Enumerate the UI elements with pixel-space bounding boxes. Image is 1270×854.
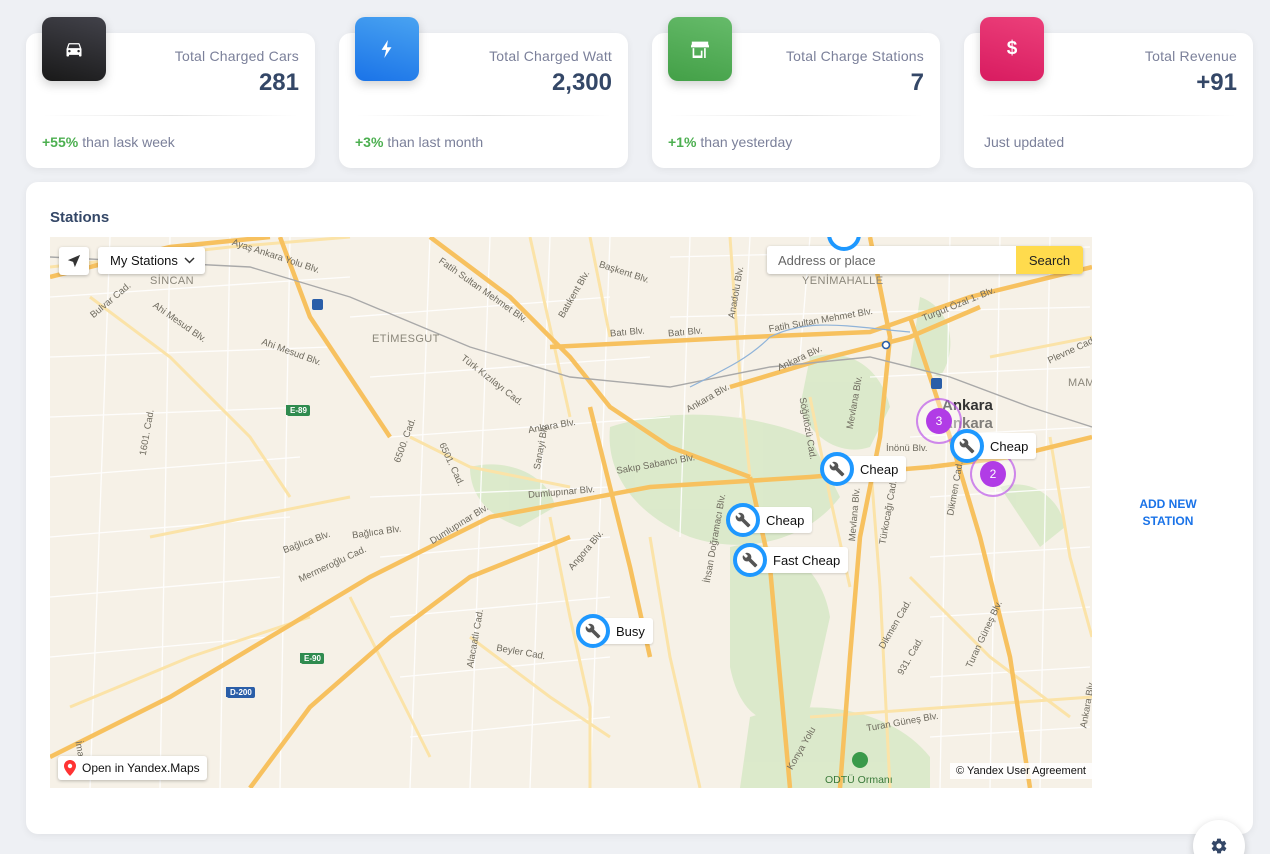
bolt-icon	[355, 17, 419, 81]
card-footer: +55% than lask week	[42, 134, 175, 150]
wrench-icon	[576, 614, 610, 648]
dropdown-label: My Stations	[110, 253, 178, 268]
station-label: Cheap	[976, 433, 1037, 459]
car-icon	[42, 17, 106, 81]
station-label: Cheap	[752, 507, 813, 533]
address-search-input[interactable]	[767, 246, 1016, 274]
map-copyright[interactable]: © Yandex User Agreement	[950, 763, 1092, 779]
wrench-icon	[733, 543, 767, 577]
card-percent: +3%	[355, 134, 384, 150]
card-divider	[42, 115, 299, 116]
wrench-icon	[820, 452, 854, 486]
search-button[interactable]: Search	[1016, 246, 1083, 274]
card-percent: +1%	[668, 134, 697, 150]
stat-card-charged-cars: Total Charged Cars 281 +55% than lask wee…	[26, 17, 315, 168]
wrench-icon	[950, 429, 984, 463]
card-title: Total Charge Stations	[785, 48, 924, 64]
card-footer-text: than yesterday	[700, 134, 793, 150]
card-percent: +55%	[42, 134, 79, 150]
station-marker[interactable]: Cheap	[726, 503, 813, 537]
wrench-icon	[726, 503, 760, 537]
map-label: YENİMAHALLE	[802, 275, 884, 287]
map-label: ETİMESGUT	[372, 333, 440, 345]
station-marker[interactable]: Busy	[576, 614, 653, 648]
stat-card-charge-stations: Total Charge Stations 7 +1% than yesterda…	[652, 17, 940, 168]
stations-title: Stations	[50, 209, 110, 226]
park-icon	[852, 752, 868, 768]
card-footer-text: than last month	[387, 134, 484, 150]
add-new-station-button[interactable]: ADD NEW STATION	[1131, 496, 1205, 530]
card-footer: Just updated	[984, 134, 1064, 150]
locate-me-button[interactable]	[59, 247, 89, 275]
station-label: Fast Cheap	[759, 547, 849, 573]
card-divider	[668, 115, 924, 116]
road-label: D-200	[227, 687, 255, 698]
cluster-count: 3	[926, 408, 952, 434]
cluster-count: 2	[980, 461, 1006, 487]
station-label: Cheap	[846, 456, 907, 482]
card-footer: +1% than yesterday	[668, 134, 792, 150]
dollar-icon: $	[980, 17, 1044, 81]
road-label: E-90	[301, 653, 324, 664]
map-label: SİNCAN	[150, 275, 194, 287]
navigation-arrow-icon	[67, 254, 81, 268]
map-label: ODTÜ Ormanı	[825, 774, 893, 786]
card-title: Total Revenue	[1144, 48, 1237, 64]
map-label: MAM	[1068, 377, 1092, 389]
card-title: Total Charged Cars	[174, 48, 299, 64]
open-in-yandex-link[interactable]: Open in Yandex.Maps	[58, 756, 207, 780]
card-footer: +3% than last month	[355, 134, 483, 150]
station-marker[interactable]: Cheap	[820, 452, 907, 486]
gear-icon	[1211, 838, 1227, 854]
card-footer-text: than lask week	[82, 134, 175, 150]
card-footer-text: Just updated	[984, 134, 1065, 150]
card-title: Total Charged Watt	[489, 48, 612, 64]
stat-card-revenue: $ Total Revenue +91 Just updated	[964, 17, 1253, 168]
station-marker[interactable]: Fast Cheap	[733, 543, 849, 577]
store-icon	[668, 17, 732, 81]
card-value: +91	[1196, 69, 1237, 96]
card-divider	[355, 115, 612, 116]
stat-card-charged-watt: Total Charged Watt 2,300 +3% than last mo…	[339, 17, 628, 168]
card-value: 7	[910, 69, 924, 96]
map-pin-icon	[64, 760, 76, 776]
station-marker[interactable]: Cheap	[950, 429, 1037, 463]
card-value: 281	[258, 69, 299, 96]
stations-map[interactable]: SİNCAN ETİMESGUT YENİMAHALLE Ankara Anka…	[50, 237, 1092, 788]
map-search: Search	[767, 246, 1083, 274]
card-divider	[980, 115, 1237, 116]
card-value: 2,300	[551, 69, 612, 96]
my-stations-dropdown[interactable]: My Stations	[98, 247, 205, 274]
road-label: E-89	[287, 405, 310, 416]
open-link-text: Open in Yandex.Maps	[82, 761, 200, 775]
chevron-down-icon	[184, 257, 195, 264]
